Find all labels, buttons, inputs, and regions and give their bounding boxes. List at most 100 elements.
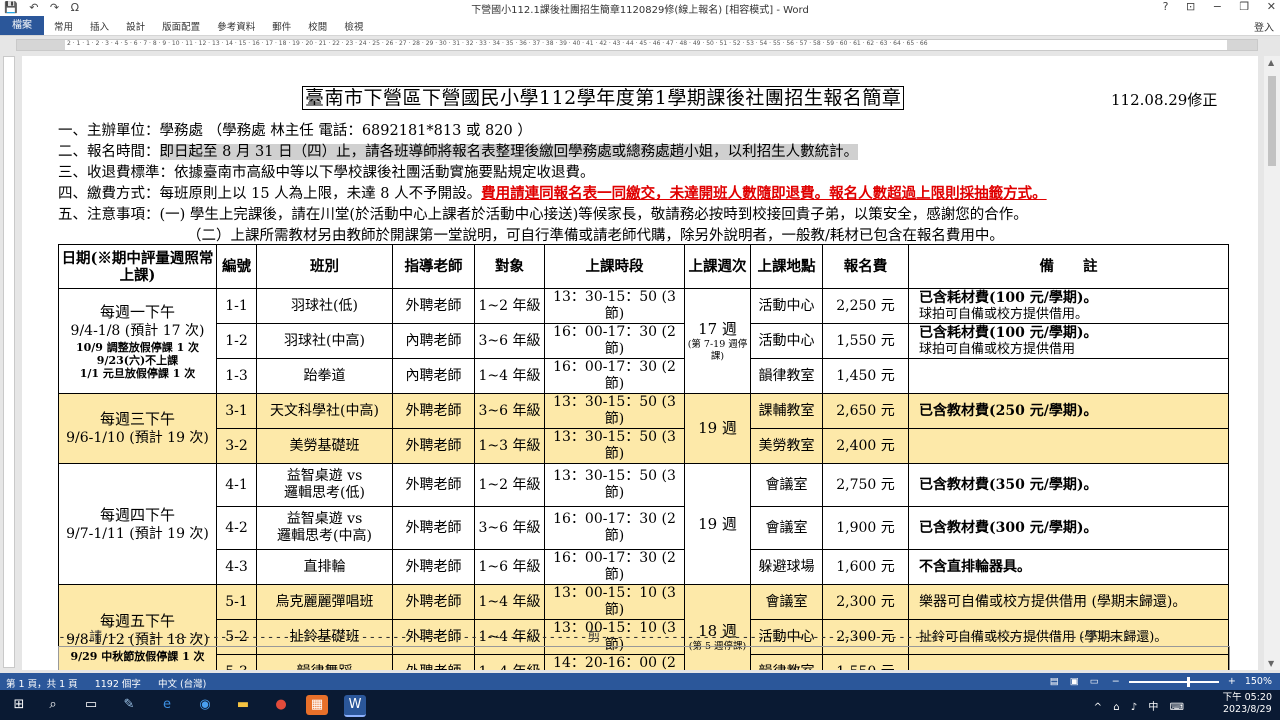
row-target: 3~6 年級 [474, 506, 545, 550]
document-title: 臺南市下營區下營國民小學112學年度第1學期課後社團招生報名簡章 [302, 86, 905, 110]
window-controls: ? ⊡ − ❐ ✕ [1149, 0, 1276, 13]
thursday-day: 每週四下午 [99, 505, 175, 524]
tab-references[interactable]: 參考資料 [217, 22, 255, 33]
header-weeks: 上課週次 [684, 244, 751, 289]
row-class: 直排輪 [256, 549, 393, 585]
widgets-icon[interactable]: ◉ [194, 695, 216, 715]
fee-standard-line: 三、收退費標準：依據臺南市高級中等以下學校課後社團活動實施要點規定收退費。 [58, 165, 595, 181]
zoom-level[interactable]: 150% [1245, 676, 1272, 687]
volume-icon[interactable]: ♪ [1131, 702, 1137, 713]
tab-design[interactable]: 設計 [126, 22, 145, 33]
header-date: 日期(※期中評量週照常上課) [58, 244, 217, 289]
zoom-out-icon[interactable]: − [1112, 676, 1120, 687]
thursday-date-cell: 每週四下午 9/7-1/11 (預計 19 次) [58, 463, 217, 585]
print-layout-icon[interactable]: ▣ [1070, 676, 1079, 687]
document-page[interactable]: 臺南市下營區下營國民小學112學年度第1學期課後社團招生報名簡章 112.08.… [22, 56, 1258, 670]
start-icon[interactable]: ⊞ [8, 695, 30, 715]
row-note: 已含耗材費(100 元/學期)。 球拍可自備或校方提供借用。 [908, 288, 1229, 324]
help-button[interactable]: ? [1163, 0, 1169, 13]
tab-review[interactable]: 校閱 [308, 22, 327, 33]
table-row: 4-2 益智桌遊 vs 邏輯思考(中高) 外聘老師 3~6 年級 16：00-1… [59, 506, 1229, 550]
horizontal-ruler[interactable]: 2 · 1 · 1 · 2 · 3 · 4 · 5 · 6 · 7 · 8 · … [0, 36, 1280, 52]
row-target: 1~2 年級 [474, 288, 545, 324]
close-button[interactable]: ✕ [1267, 0, 1276, 13]
row-target: 1~6 年級 [474, 549, 545, 585]
organizer-line: 一、主辦單位：學務處 （學務處 林主任 電話：6892181*813 或 820… [58, 123, 532, 139]
minimize-button[interactable]: − [1213, 0, 1222, 13]
signin-link[interactable]: 登入 [1254, 19, 1274, 34]
revision-date: 112.08.29修正 [1111, 91, 1218, 109]
tab-view[interactable]: 檢視 [344, 22, 363, 33]
table-header-row: 日期(※期中評量週照常上課) 編號 班別 指導老師 對象 上課時段 上課週次 上… [58, 244, 1229, 289]
language-indicator[interactable]: 中文 (台灣) [158, 679, 206, 690]
scrollbar-thumb[interactable] [1268, 76, 1276, 166]
row-note1: 已含耗材費(100 元/學期)。 [919, 325, 1098, 341]
tab-layout[interactable]: 版面配置 [162, 22, 200, 33]
read-mode-icon[interactable]: ▤ [1050, 676, 1059, 687]
row-class: 羽球社(中高) [256, 323, 393, 359]
row-class: 天文科學社(中高) [256, 393, 393, 429]
row-code: 5-1 [216, 584, 257, 620]
notes-app-icon[interactable]: ✎ [118, 695, 140, 715]
row-teacher: 內聘老師 [392, 323, 475, 359]
edge-icon[interactable]: e [156, 695, 178, 715]
clock[interactable]: 下午 05:20 2023/8/29 [1223, 692, 1272, 716]
notice-line-1: 五、注意事項：(一) 學生上完課後，請在川堂(於活動中心上課者於活動中心接送)等… [58, 207, 1028, 223]
network-icon[interactable]: ⌂ [1113, 702, 1119, 713]
word-count[interactable]: 1192 個字 [95, 679, 141, 690]
row-place: 會議室 [750, 506, 823, 550]
zoom-in-icon[interactable]: + [1228, 676, 1236, 687]
tab-mailings[interactable]: 郵件 [272, 22, 291, 33]
zoom-slider[interactable] [1128, 676, 1219, 687]
zoom-slider-thumb[interactable] [1186, 676, 1190, 687]
ribbon: 檔案 常用 插入 設計 版面配置 參考資料 郵件 校閱 檢視 登入 [0, 16, 1280, 36]
file-explorer-icon[interactable]: ▬ [232, 695, 254, 715]
header-place: 上課地點 [750, 244, 823, 289]
row-note: 已含教材費(250 元/學期)。 [908, 393, 1229, 429]
title-bar: 💾 ↶ ↷ Ω 下營國小112.1課後社團招生簡章1120829修(線上報名) … [0, 0, 1280, 16]
web-layout-icon[interactable]: ▭ [1090, 676, 1099, 687]
ime-indicator[interactable]: 中 [1148, 702, 1158, 713]
row-teacher: 外聘老師 [392, 463, 475, 507]
row-note: 已含教材費(300 元/學期)。 [908, 506, 1229, 550]
tab-insert[interactable]: 插入 [90, 22, 109, 33]
word-taskbar-icon[interactable]: W [344, 695, 366, 717]
app-icon[interactable]: ▦ [306, 695, 328, 715]
row-fee: 2,250 元 [822, 288, 909, 324]
row-target: 1~2 年級 [474, 463, 545, 507]
keyboard-icon[interactable]: ⌨ [1170, 702, 1184, 713]
row-target: 3~6 年級 [474, 323, 545, 359]
row-note1: 已含耗材費(100 元/學期)。 [919, 290, 1098, 306]
ruler-numbers: 2 · 1 · 1 · 2 · 3 · 4 · 5 · 6 · 7 · 8 · … [67, 40, 928, 47]
row-fee: 1,450 元 [822, 358, 909, 394]
restore-button[interactable]: ❐ [1239, 0, 1249, 13]
row-time: 13：00-15：10 (3 節) [544, 584, 685, 620]
file-tab[interactable]: 檔案 [0, 16, 44, 35]
ribbon-display-options-icon[interactable]: ⊡ [1186, 0, 1195, 13]
clock-date: 2023/8/29 [1222, 704, 1272, 715]
row-class-line2: 邏輯思考(中高) [277, 528, 372, 544]
row-code: 3-1 [216, 393, 257, 429]
row-time: 16：00-17：30 (2 節) [544, 323, 685, 359]
scroll-up-icon[interactable]: ▲ [1268, 58, 1274, 67]
page-count[interactable]: 第 1 頁，共 1 頁 [6, 679, 78, 690]
tray-overflow-icon[interactable]: ^ [1094, 702, 1102, 713]
tab-home[interactable]: 常用 [54, 22, 73, 33]
row-fee: 1,900 元 [822, 506, 909, 550]
header-target: 對象 [474, 244, 545, 289]
row-class-line1: 益智桌遊 vs [286, 468, 363, 484]
monday-weeks-note: (第 7-19 週停課) [687, 339, 748, 362]
registration-time-label: 二、報名時間： [58, 144, 160, 160]
vertical-ruler[interactable] [3, 56, 15, 668]
registration-form-box [58, 646, 1230, 670]
row-teacher: 外聘老師 [392, 584, 475, 620]
row-code: 1-3 [216, 358, 257, 394]
scroll-down-icon[interactable]: ▼ [1268, 659, 1274, 668]
chrome-icon[interactable]: ● [270, 695, 292, 715]
row-place: 韻律教室 [750, 358, 823, 394]
payment-warning: 費用請連同報名表一同繳交，未達開班人數隨即退費。報名人數超過上限則採抽籤方式。 [481, 185, 1047, 202]
task-view-icon[interactable]: ▭ [80, 695, 102, 715]
thursday-weeks: 19 週 [684, 463, 751, 585]
vertical-scrollbar[interactable]: ▲ ▼ [1264, 56, 1280, 670]
search-icon[interactable]: ⌕ [42, 695, 64, 715]
